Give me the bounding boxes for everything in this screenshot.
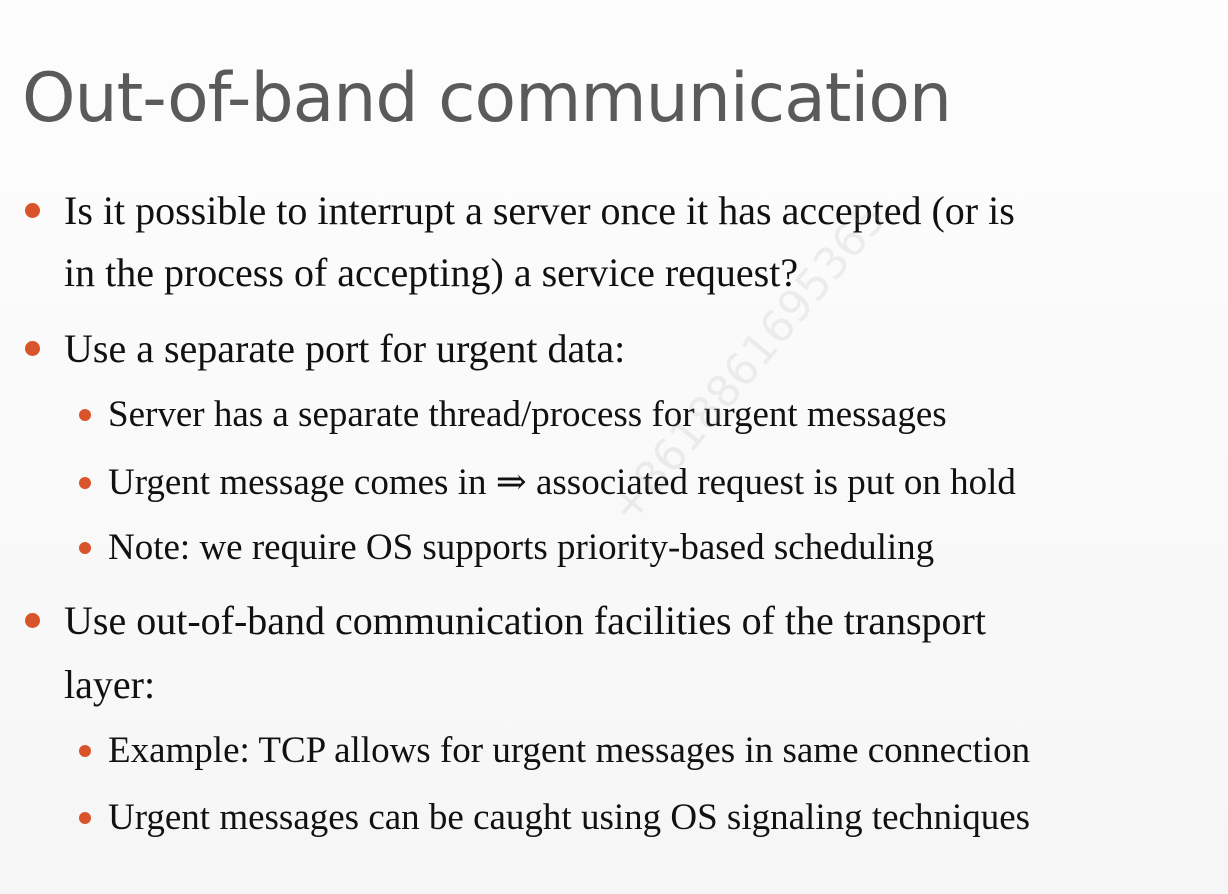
bullet-2-sub-1: Server has a separate thread/process for… (108, 394, 947, 435)
bullet-marker-icon (25, 613, 40, 628)
bullet-3-sub-1: Example: TCP allows for urgent messages … (108, 730, 1031, 771)
slide-content: Is it possible to interrupt a server onc… (0, 0, 1228, 894)
bullet-2-sub-3: Note: we require OS supports priority-ba… (108, 527, 935, 568)
bullet-2-line-1: Use a separate port for urgent data: (64, 326, 626, 371)
sub-bullet-marker-icon (79, 812, 91, 824)
sub-bullet-marker-icon (79, 477, 91, 489)
bullet-1-line-2: in the process of accepting) a service r… (64, 250, 799, 295)
bullet-3-line-2: layer: (64, 662, 156, 707)
sub-bullet-marker-icon (79, 409, 91, 421)
bullet-3-line-1: Use out-of-band communication facilities… (64, 598, 986, 643)
bullet-1-line-1: Is it possible to interrupt a server onc… (64, 188, 1015, 233)
slide: Out-of-band communication Is it possible… (0, 0, 1228, 894)
bullet-marker-icon (25, 341, 40, 356)
bullet-2-sub-2: Urgent message comes in ⇒ associated req… (108, 462, 1016, 503)
sub-bullet-marker-icon (79, 745, 91, 757)
bullet-marker-icon (25, 203, 40, 218)
sub-bullet-marker-icon (79, 542, 91, 554)
bullet-3-sub-2: Urgent messages can be caught using OS s… (108, 797, 1031, 838)
